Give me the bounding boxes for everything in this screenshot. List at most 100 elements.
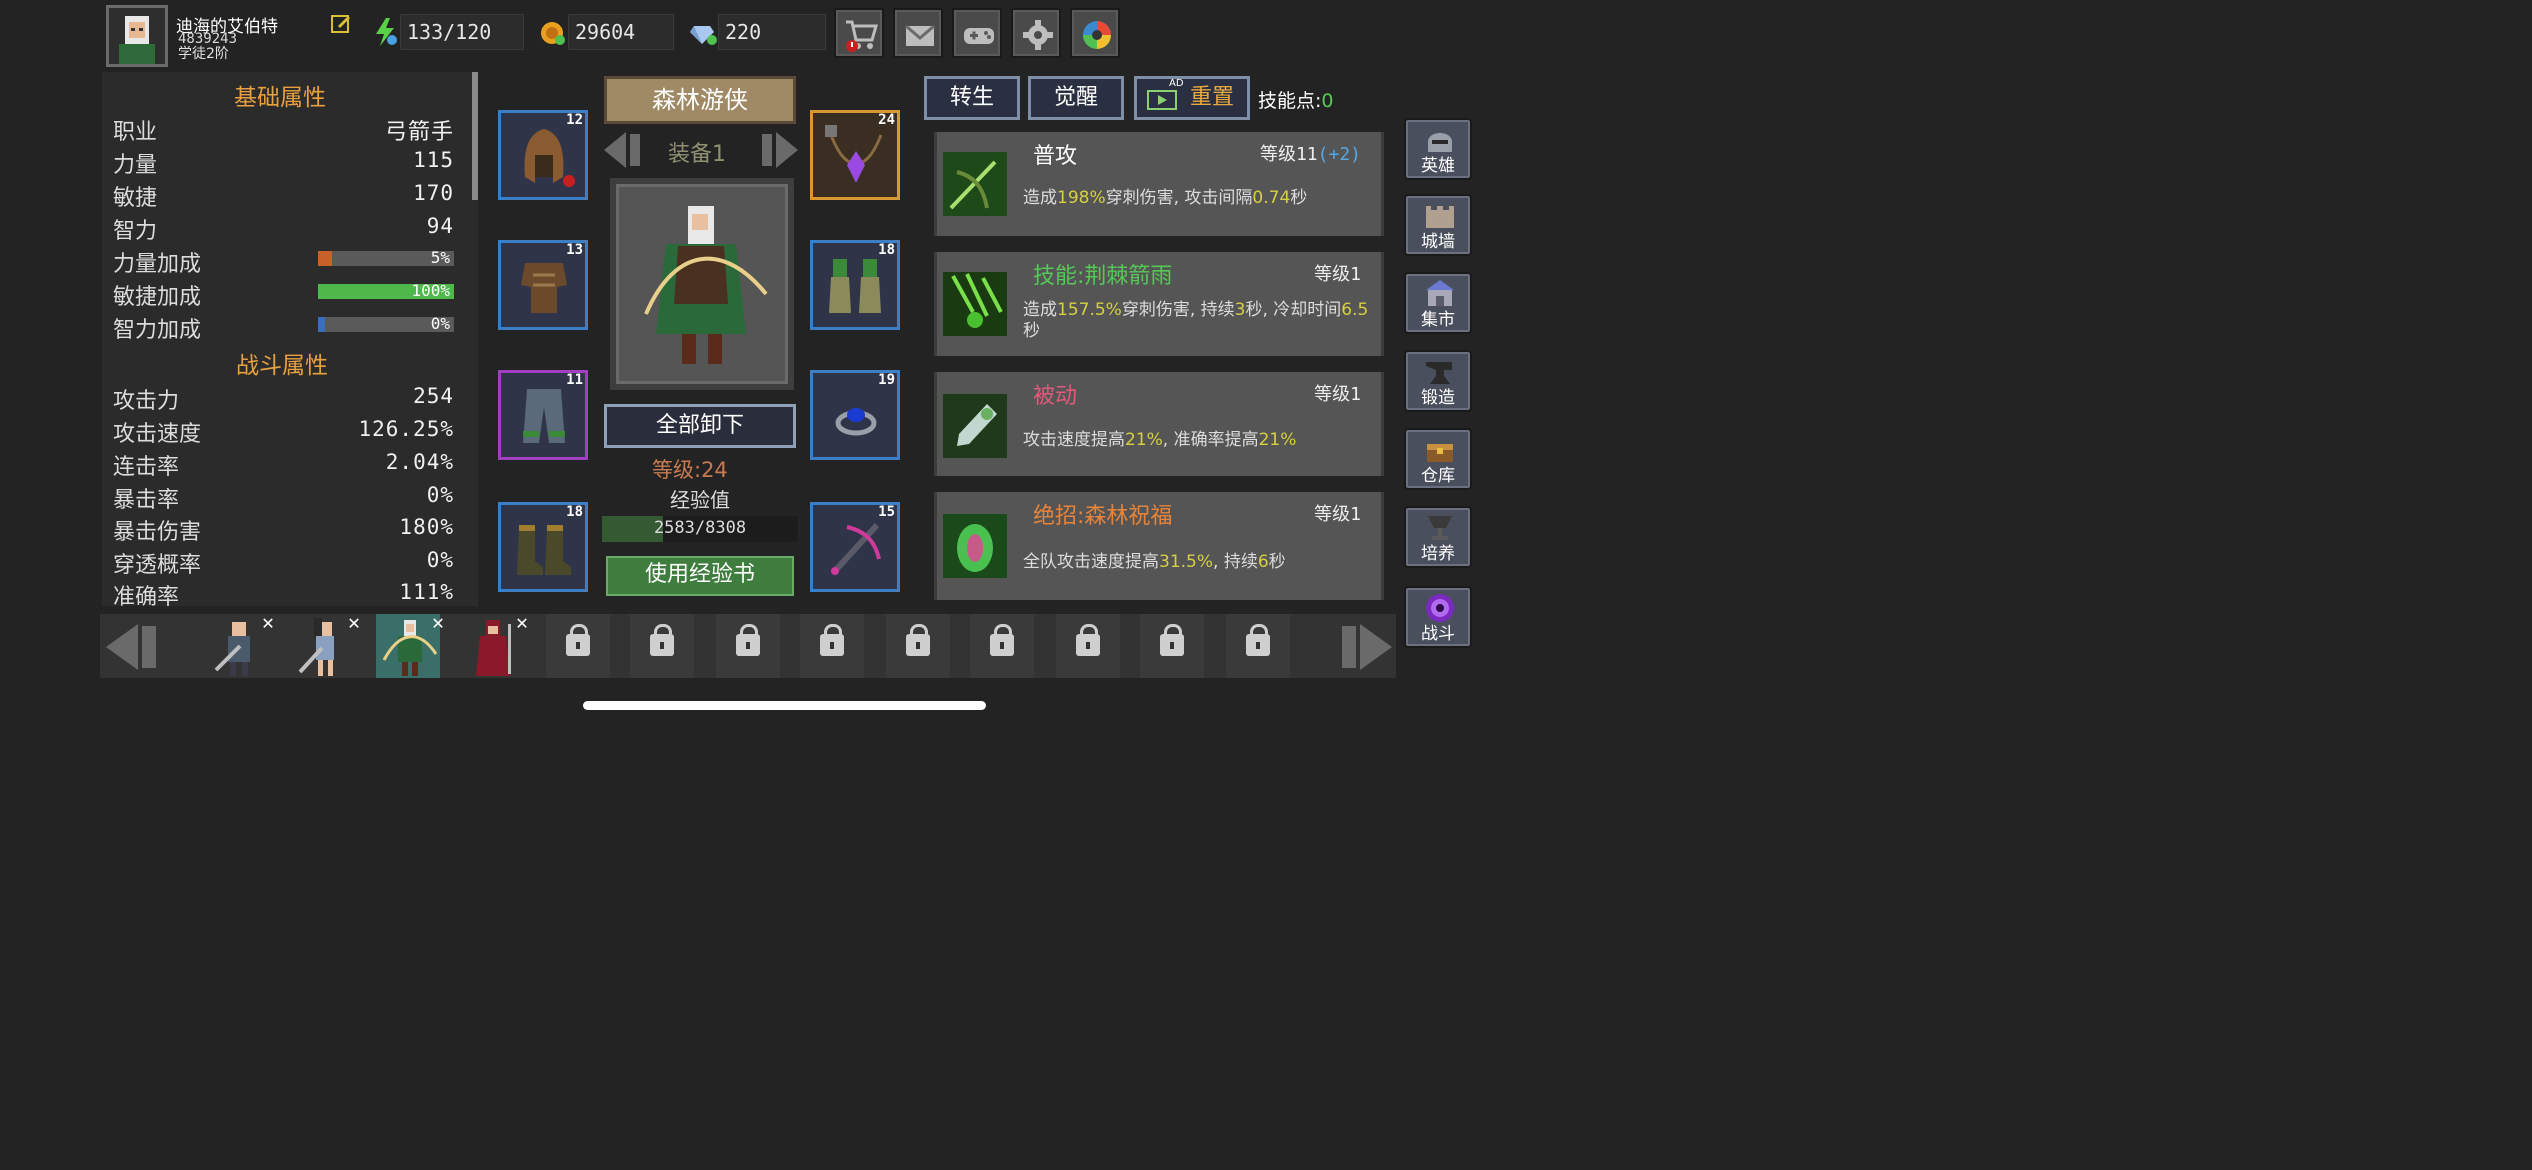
ranger-hero-sprite [644,206,768,364]
skill-desc-highlight: 21% [1258,430,1297,450]
lock-icon [736,624,760,656]
skill-card[interactable]: 普攻 等级11(+2) 造成198%穿刺伤害, 攻击间隔0.74秒 [934,132,1384,236]
side-menu-hero[interactable]: 英雄 [1404,118,1472,180]
skill-card[interactable]: 技能:荆棘箭雨 等级1 造成157.5%穿刺伤害, 持续3秒, 冷却时间6.5 秒 [934,252,1384,356]
skill-desc-text: 全队攻击速度提高 [1023,552,1159,572]
roster-hero-ranger-selected[interactable]: ✕ [376,610,444,678]
attr-label: 暴击率 [113,488,180,513]
roster-hero-warrior-woman[interactable]: ✕ [292,610,360,678]
remove-hero-icon[interactable]: ✕ [348,610,360,634]
attr-value: 2.04% [385,450,454,474]
skill-level-value: 等级1 [1314,264,1361,285]
skill-card[interactable]: 被动 等级1 攻击速度提高21%, 准确率提高21% [934,372,1384,476]
player-avatar[interactable] [106,5,168,67]
roster-locked-slot[interactable] [716,614,780,678]
ranger-sprite [382,620,438,676]
roster-locked-slot[interactable] [886,614,950,678]
skill-desc-text: 穿刺伤害, 攻击间隔 [1105,188,1253,208]
skill-description: 攻击速度提高21%, 准确率提高21% [1023,430,1373,451]
roster-locked-slot[interactable] [800,614,864,678]
settings-button[interactable] [1011,8,1061,58]
bonus-value: 0% [430,314,450,333]
awaken-button[interactable]: 觉醒 [1028,76,1124,120]
skill-name: 普攻 [1033,144,1078,169]
mail-button[interactable] [893,8,943,58]
lock-icon [566,624,590,656]
skill-name: 绝招:森林祝福 [1033,504,1173,529]
roster-locked-slot[interactable] [630,614,694,678]
gamepad-button[interactable] [952,8,1002,58]
equip-slot-boots[interactable]: 18 [498,502,588,592]
skill-desc-text: 穿刺伤害, 持续 [1121,300,1235,320]
attr-value: 126.25% [358,417,454,441]
roster-locked-slot[interactable] [1140,614,1204,678]
roster-next-button[interactable] [1338,620,1394,678]
lock-icon [650,624,674,656]
home-indicator[interactable] [583,701,986,710]
equip-slot-gloves[interactable]: 18 [810,240,900,330]
attr-value: 弓箭手 [384,120,454,145]
strength-bonus-bar: 5% [318,248,454,267]
side-menu-market[interactable]: 集市 [1404,272,1472,334]
bonus-bar-fill [318,251,332,266]
equip-slot-ring[interactable]: 19 [810,370,900,460]
skill-level: 等级1 [1314,380,1361,406]
bonus-value: 100% [411,281,450,300]
equip-slot-helmet[interactable]: 12 [498,110,588,200]
skill-desc-highlight: 3 [1234,300,1246,320]
side-menu-train[interactable]: 培养 [1404,506,1472,568]
passive-skill-icon [943,394,1007,458]
skill-description: 造成157.5%穿刺伤害, 持续3秒, 冷却时间6.5 秒 [1023,300,1373,342]
ring-icon [835,408,877,436]
roster-hero-mage[interactable]: ✕ [460,610,528,678]
camera-button[interactable] [1070,8,1120,58]
skill-desc-text: 造成 [1023,300,1057,320]
roster-locked-slot[interactable] [1226,614,1290,678]
equip-slot-armor[interactable]: 13 [498,240,588,330]
roster-prev-button[interactable] [104,620,160,678]
hood-icon [524,129,575,187]
bonus-label: 力量加成 [113,252,202,277]
shop-button[interactable] [834,8,884,58]
lock-icon [906,624,930,656]
skill-points: 技能点:0 [1258,86,1334,113]
roster-locked-slot[interactable] [546,614,610,678]
equip-slot-amulet[interactable]: 24 [810,110,900,200]
skill-name: 技能:荆棘箭雨 [1033,264,1173,289]
rebirth-button[interactable]: 转生 [924,76,1020,120]
player-rank: 学徒2阶 [178,46,229,62]
side-menu-warehouse[interactable]: 仓库 [1404,428,1472,490]
remove-hero-icon[interactable]: ✕ [432,610,444,634]
equip-slot-weapon[interactable]: 15 [810,502,900,592]
skill-points-value: 0 [1321,90,1334,112]
unequip-all-button[interactable]: 全部卸下 [604,404,796,448]
prev-equip-set-button[interactable] [600,128,644,176]
mail-icon [905,24,935,46]
attributes-scroll-thumb[interactable] [472,72,478,200]
side-menu-forge[interactable]: 锻造 [1404,350,1472,412]
intellect-bonus-bar: 0% [318,314,454,333]
side-menu-label: 集市 [1421,310,1455,330]
reset-label: 重置 [1189,85,1234,110]
skill-level: 等级1 [1314,500,1361,526]
skill-description: 造成198%穿刺伤害, 攻击间隔0.74秒 [1023,188,1373,209]
skill-card[interactable]: 绝招:森林祝福 等级1 全队攻击速度提高31.5%, 持续6秒 [934,492,1384,600]
remove-hero-icon[interactable]: ✕ [262,610,274,634]
use-exp-book-button[interactable]: 使用经验书 [606,556,794,596]
equip-slot-pants[interactable]: 11 [498,370,588,460]
skill-points-label: 技能点: [1258,90,1322,112]
armor-icon [521,263,567,313]
reset-skills-button[interactable]: AD 重置 [1134,76,1250,120]
side-menu-battle[interactable]: 战斗 [1404,586,1472,648]
roster-hero-swordsman[interactable]: ✕ [206,610,274,678]
attr-label: 智力 [113,219,158,244]
side-menu-label: 战斗 [1421,624,1455,644]
roster-locked-slot[interactable] [1056,614,1120,678]
next-equip-set-button[interactable] [758,128,802,176]
camera-aperture-icon [1083,21,1111,49]
edit-name-icon[interactable] [330,12,350,33]
hero-class-banner: 森林游侠 [604,76,796,124]
remove-hero-icon[interactable]: ✕ [516,610,528,634]
side-menu-wall[interactable]: 城墙 [1404,194,1472,256]
roster-locked-slot[interactable] [970,614,1034,678]
